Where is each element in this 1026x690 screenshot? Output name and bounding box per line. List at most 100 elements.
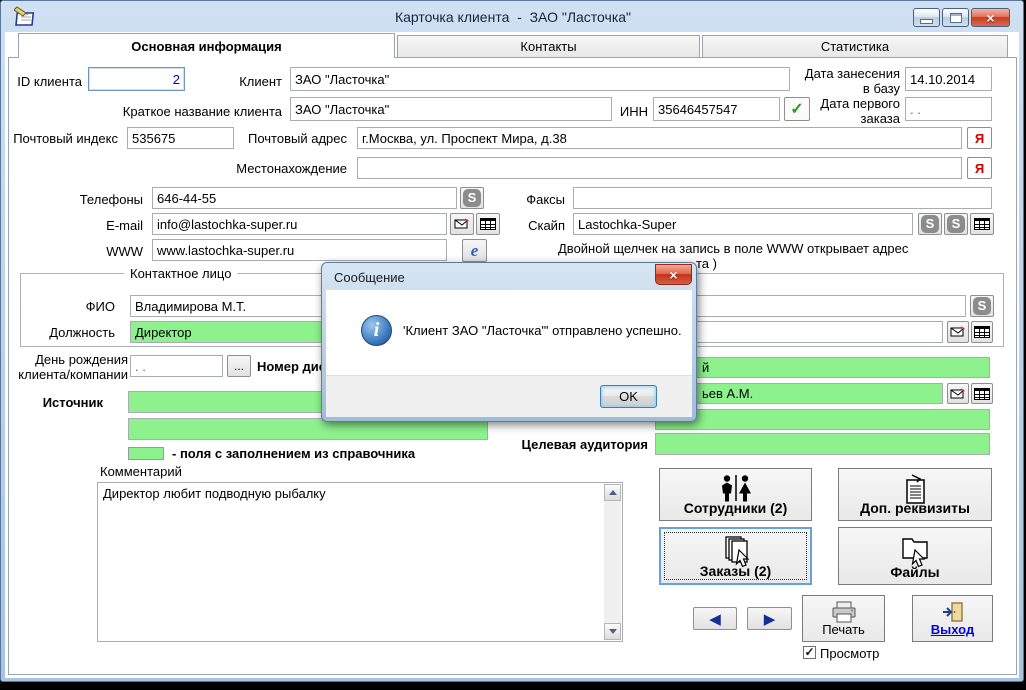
birthday-picker-button[interactable]: ... [227,355,251,377]
dialog-close-button[interactable]: × [655,264,692,285]
manager-list-button[interactable] [971,383,993,404]
location-map-button[interactable]: Я [967,157,992,179]
mail-icon [950,387,966,401]
contact-mail-button[interactable] [947,321,969,343]
short-name-value: ЗАО "Ласточка" [295,102,389,117]
client-id-value: 2 [173,72,180,87]
exit-button[interactable]: Выход [912,595,993,642]
position-value: Директор [135,325,192,340]
printer-icon [831,601,857,623]
client-name-value: ЗАО "Ласточка" [295,72,389,87]
scroll-down-button[interactable] [604,623,621,640]
short-name-field[interactable]: ЗАО "Ласточка" [290,97,612,121]
www-label: WWW [60,244,143,259]
tab-main-info[interactable]: Основная информация [18,33,395,58]
ok-button[interactable]: OK [600,385,657,408]
right-dict-field-1-fragment: й [702,360,709,375]
postcode-label: Почтовый индекс [8,131,118,146]
scroll-up-button[interactable] [604,484,621,501]
orders-icon [719,534,753,568]
info-icon: i [361,315,392,346]
www-hint-line2-fragment: та ) [696,256,717,271]
birthday-value: . . [135,359,146,374]
yandex-icon: Я [975,161,984,176]
first-order-field[interactable]: . . [905,97,992,121]
skype-call-button[interactable]: S [944,213,968,235]
birthday-field[interactable]: . . [130,355,223,377]
orders-button[interactable]: Заказы (2) [659,527,812,585]
short-name-label: Краткое название клиента [90,104,282,119]
dialog-message: 'Клиент ЗАО "Ласточка"' отправлено успеш… [403,323,683,338]
phones-field[interactable]: 646-44-55 [152,187,457,209]
address-field[interactable]: г.Москва, ул. Проспект Мира, д.38 [357,127,962,149]
manager-field[interactable]: ьев А.М. [655,383,943,404]
table-icon [974,388,990,400]
contact-list-button[interactable] [971,321,993,343]
tab-contacts-label: Контакты [520,39,576,54]
tab-statistics[interactable]: Статистика [702,35,1008,58]
phone-skype-button[interactable]: S [460,187,484,209]
target-audience-field[interactable] [655,433,990,455]
files-button[interactable]: Файлы [838,527,992,585]
print-button[interactable]: Печать [802,595,885,642]
client-name-field[interactable]: ЗАО "Ласточка" [290,67,790,91]
maximize-button[interactable] [942,8,969,27]
location-field[interactable] [357,157,962,179]
comment-scrollbar[interactable] [604,484,621,640]
postcode-value: 535675 [132,131,175,146]
comment-text: Директор любит подводную рыбалку [103,486,600,501]
exit-door-icon [941,601,965,623]
dialog-body: i 'Клиент ЗАО "Ласточка"' отправлено усп… [326,290,692,375]
tab-contacts[interactable]: Контакты [397,35,700,58]
phones-value: 646-44-55 [157,191,216,206]
prev-record-button[interactable]: ◀ [693,607,737,630]
contact-skype-button[interactable]: S [970,295,994,317]
skype-icon: S [973,297,991,315]
www-field[interactable]: www.lastochka-super.ru [152,239,447,261]
send-mail-button[interactable] [450,213,474,235]
comment-textarea[interactable]: Директор любит подводную рыбалку [97,482,623,642]
email-field[interactable]: info@lastochka-super.ru [152,213,447,235]
fax-field[interactable] [573,187,992,209]
client-label: Клиент [195,74,282,89]
employees-button[interactable]: Сотрудники (2) [659,468,812,521]
next-record-button[interactable]: ▶ [747,607,792,630]
close-button[interactable]: × [971,8,1010,27]
skype-chat-button[interactable]: S [918,213,942,235]
skype-list-button[interactable] [970,213,994,235]
inn-field[interactable]: 35646457547 [653,97,780,121]
address-map-button[interactable]: Я [967,127,992,149]
manager-mail-button[interactable] [947,383,969,404]
inn-check-button[interactable]: ✓ [784,97,810,121]
maximize-icon [950,13,962,23]
email-list-button[interactable] [476,213,500,235]
people-icon [717,474,755,504]
skype-field[interactable]: Lastochka-Super [573,213,913,235]
comment-label: Комментарий [100,464,220,479]
dialog-title: Сообщение [334,270,405,285]
skype-icon: S [921,215,939,233]
manager-value-fragment: ьев А.М. [702,386,753,401]
contact-group-title: Контактное лицо [124,266,237,281]
minimize-button[interactable] [913,8,940,27]
date-added-field[interactable]: 14.10.2014 [905,67,992,91]
right-dict-field-3[interactable] [655,409,990,430]
client-id-field[interactable]: 2 [88,67,185,91]
right-dict-field-1[interactable]: й [655,357,990,378]
mail-icon [454,217,470,231]
date-added-value: 14.10.2014 [910,72,975,87]
preview-checkbox[interactable]: ✓ [803,646,816,659]
document-icon [900,474,930,506]
tab-statistics-label: Статистика [821,39,889,54]
table-icon [974,326,990,338]
browser-icon: e [471,241,479,261]
skype-value: Lastochka-Super [578,217,676,232]
titlebar[interactable]: Карточка клиента - ЗАО "Ласточка" × [1,1,1025,32]
source-label: Источник [0,395,103,410]
requisites-button[interactable]: Доп. реквизиты [838,468,992,521]
open-browser-button[interactable]: e [462,239,487,262]
email-label: E-mail [60,218,143,233]
table-icon [480,218,496,230]
date-added-label: Дата занесения в базу [796,66,900,96]
postcode-field[interactable]: 535675 [127,127,234,149]
